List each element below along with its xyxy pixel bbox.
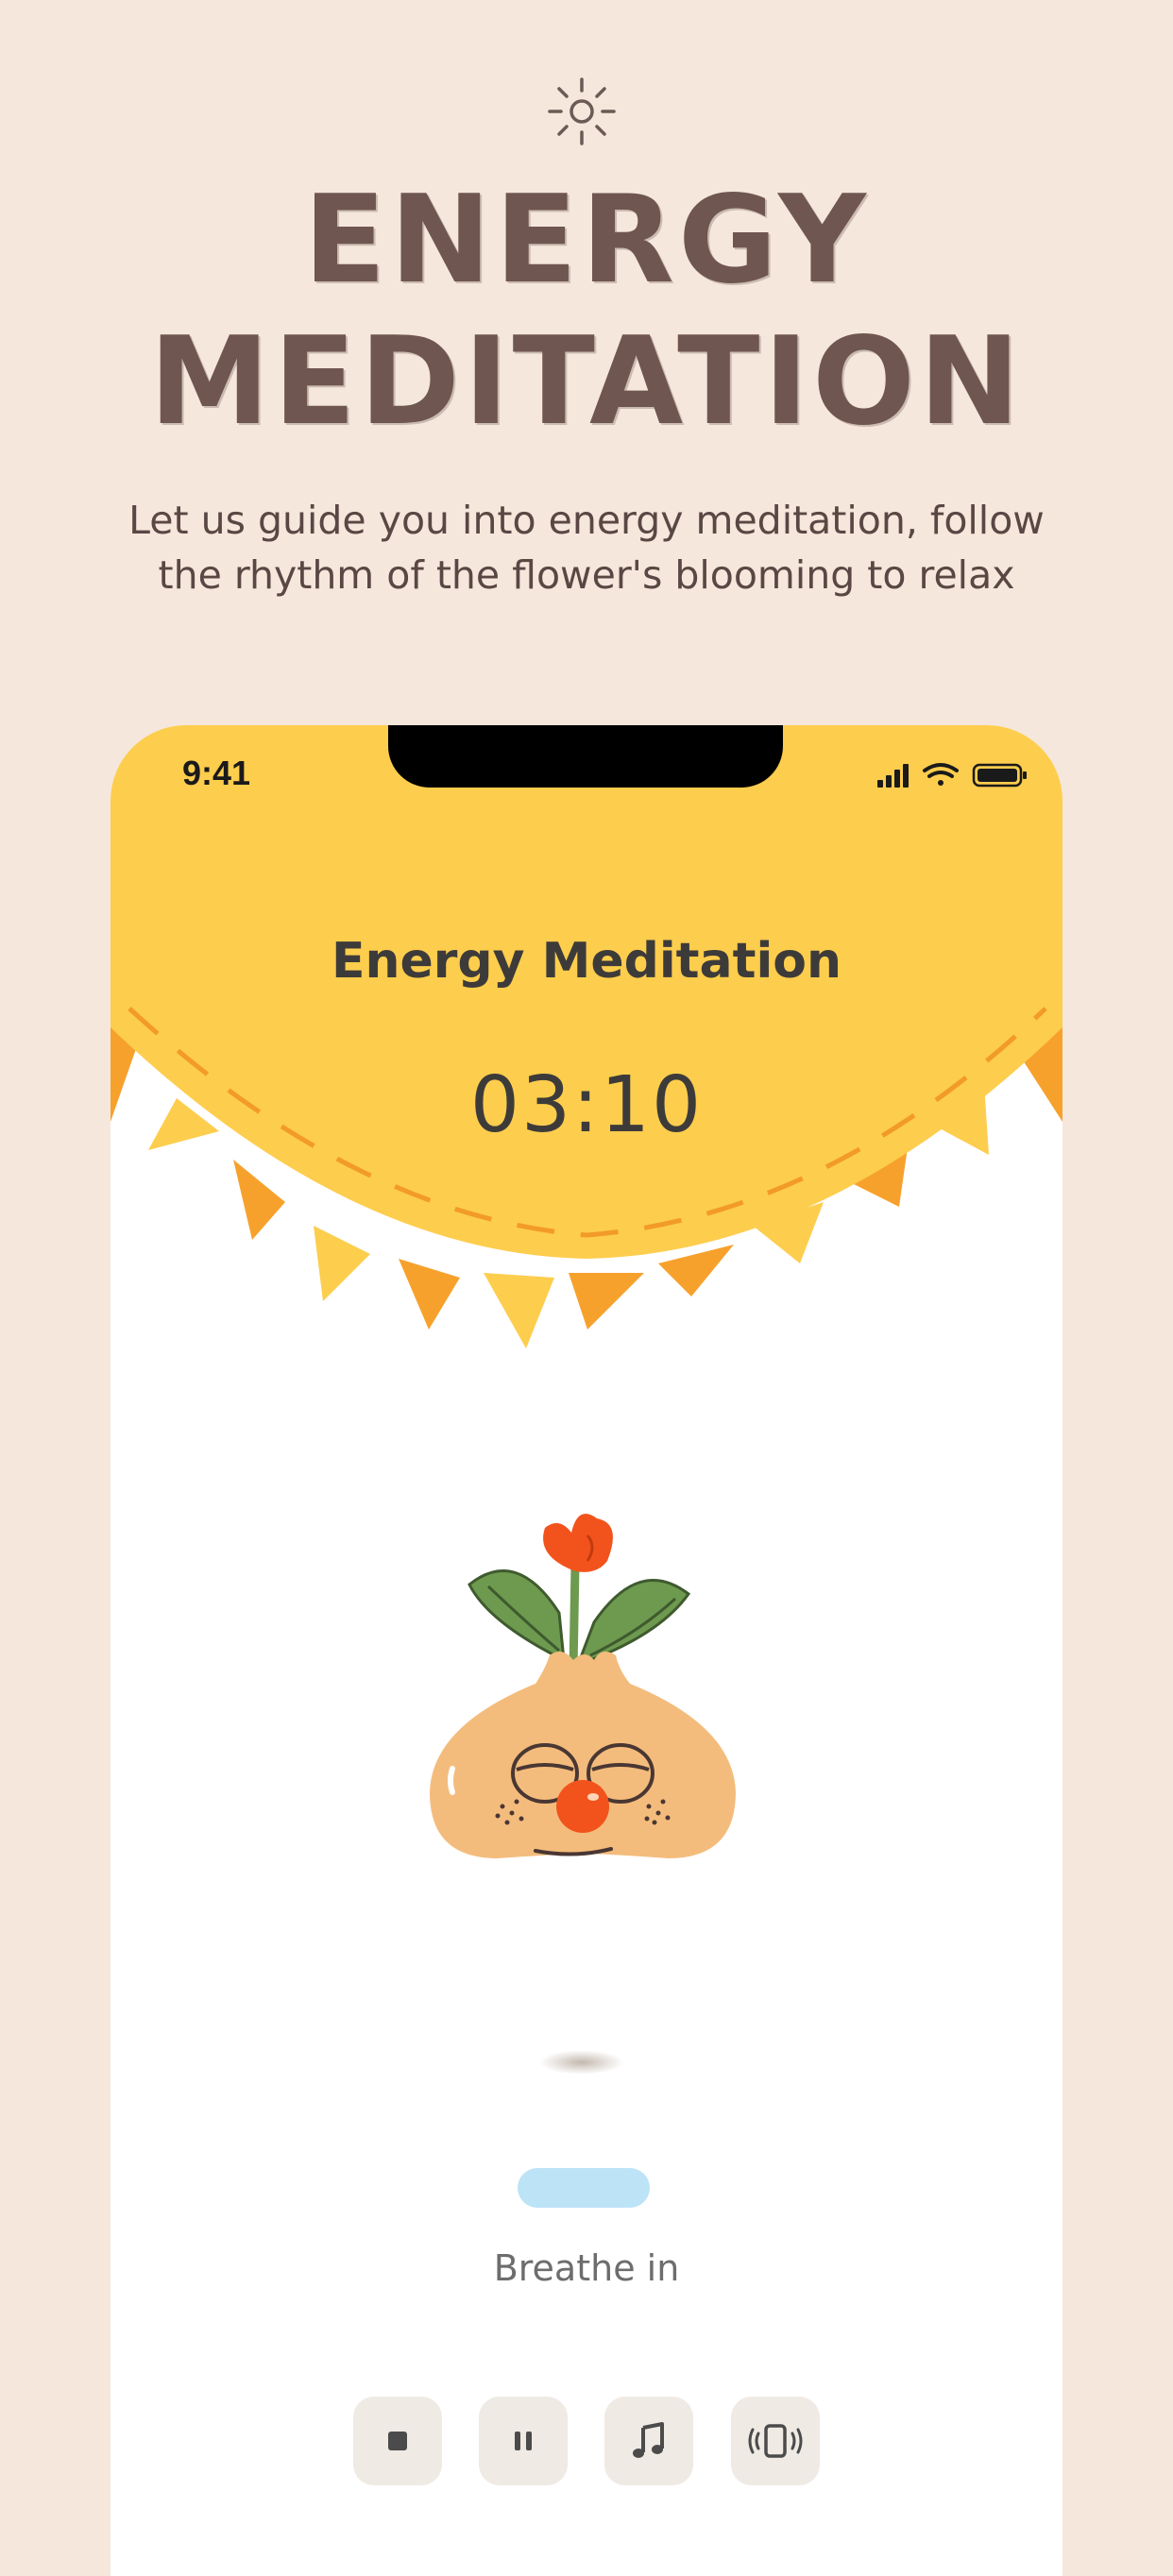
signal-icon xyxy=(877,764,909,788)
phone-screen: 9:41 Energy Meditation 03:10 Breathe in xyxy=(110,725,1062,2576)
stop-button[interactable] xyxy=(353,2397,442,2485)
status-time: 9:41 xyxy=(182,754,251,792)
hero-subtitle-line-1: Let us guide you into energy meditation,… xyxy=(128,498,1045,543)
pause-button[interactable] xyxy=(479,2397,568,2485)
sun-rays-background xyxy=(110,725,1062,1348)
music-note-icon xyxy=(633,2422,664,2458)
app-title: Energy Meditation xyxy=(331,933,842,990)
mascot-shadow xyxy=(539,2050,624,2075)
flower-pot-mascot xyxy=(430,1514,736,1858)
phone-notch xyxy=(388,725,783,788)
hero-subtitle-line-2: the rhythm of the flower's blooming to r… xyxy=(158,552,1015,598)
battery-icon xyxy=(972,763,1027,788)
wifi-icon xyxy=(923,763,959,786)
stop-icon xyxy=(388,2432,407,2450)
status-icons xyxy=(877,763,1027,788)
sun-icon xyxy=(548,77,616,145)
breath-progress-bar xyxy=(518,2168,650,2208)
hero-title-line-1: ENERGY xyxy=(303,170,870,311)
vibrate-icon xyxy=(748,2424,803,2458)
vibrate-button[interactable] xyxy=(731,2397,820,2485)
pause-icon xyxy=(515,2432,532,2450)
meditation-timer: 03:10 xyxy=(469,1060,704,1150)
hero-subtitle: Let us guide you into energy meditation,… xyxy=(94,493,1079,602)
breath-instruction: Breathe in xyxy=(493,2247,680,2289)
playback-controls xyxy=(353,2397,820,2485)
hero-title-line-2: MEDITATION xyxy=(148,312,1025,452)
music-button[interactable] xyxy=(604,2397,693,2485)
